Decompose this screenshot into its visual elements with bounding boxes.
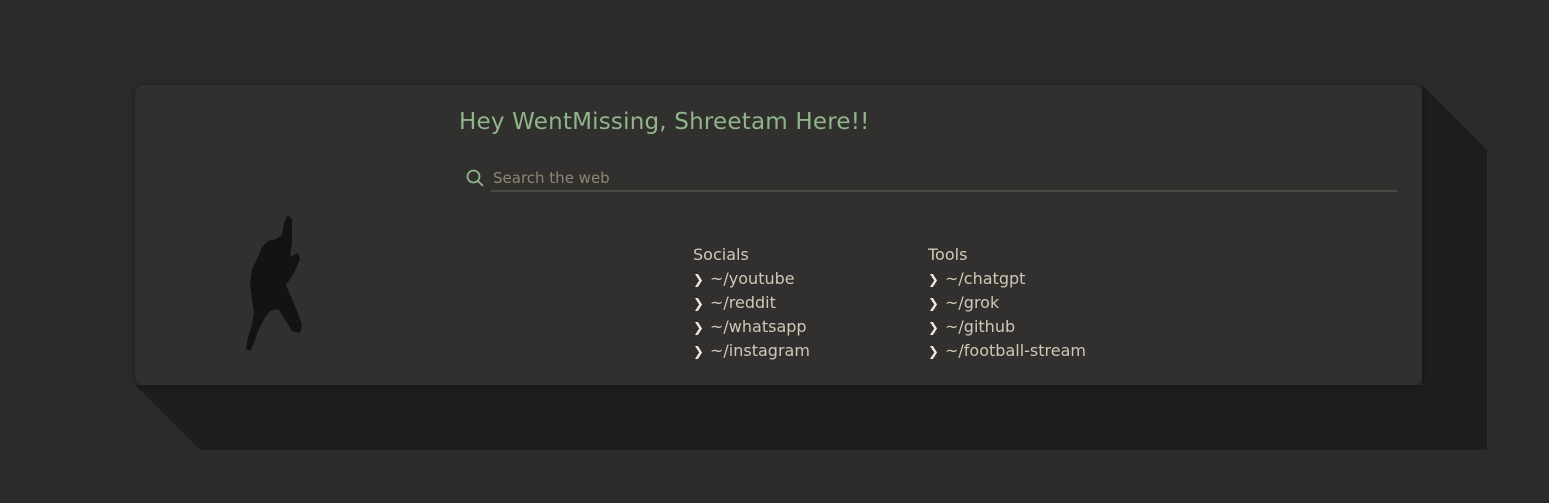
chevron-right-icon: ❯ bbox=[928, 345, 939, 360]
link-github[interactable]: ❯ ~/github bbox=[928, 315, 1086, 339]
link-label: ~/reddit bbox=[710, 293, 776, 312]
link-reddit[interactable]: ❯ ~/reddit bbox=[693, 291, 810, 315]
climbing-figure-image bbox=[240, 213, 302, 353]
tools-title: Tools bbox=[928, 245, 968, 264]
chevron-right-icon: ❯ bbox=[693, 321, 704, 336]
tools-group: Tools ❯ ~/chatgpt ❯ ~/grok ❯ ~/github ❯ ~/fo… bbox=[928, 243, 1086, 363]
chevron-right-icon: ❯ bbox=[928, 321, 939, 336]
chevron-right-icon: ❯ bbox=[693, 273, 704, 288]
greeting-title: Hey WentMissing, Shreetam Here!! bbox=[459, 109, 870, 135]
chevron-right-icon: ❯ bbox=[693, 345, 704, 360]
chevron-right-icon: ❯ bbox=[928, 273, 939, 288]
chevron-right-icon: ❯ bbox=[693, 297, 704, 312]
link-instagram[interactable]: ❯ ~/instagram bbox=[693, 339, 810, 363]
link-label: ~/instagram bbox=[710, 341, 810, 360]
link-chatgpt[interactable]: ❯ ~/chatgpt bbox=[928, 267, 1086, 291]
link-label: ~/football-stream bbox=[945, 341, 1086, 360]
link-football-stream[interactable]: ❯ ~/football-stream bbox=[928, 339, 1086, 363]
link-label: ~/whatsapp bbox=[710, 317, 807, 336]
link-grok[interactable]: ❯ ~/grok bbox=[928, 291, 1086, 315]
link-youtube[interactable]: ❯ ~/youtube bbox=[693, 267, 810, 291]
link-whatsapp[interactable]: ❯ ~/whatsapp bbox=[693, 315, 810, 339]
link-label: ~/youtube bbox=[710, 269, 795, 288]
search-bar bbox=[463, 165, 1397, 195]
link-label: ~/grok bbox=[945, 293, 1000, 312]
socials-title: Socials bbox=[693, 245, 749, 264]
socials-list: ❯ ~/youtube ❯ ~/reddit ❯ ~/whatsapp ❯ ~/inst… bbox=[693, 267, 810, 363]
search-icon bbox=[466, 169, 484, 187]
link-label: ~/chatgpt bbox=[945, 269, 1026, 288]
chevron-right-icon: ❯ bbox=[928, 297, 939, 312]
tools-list: ❯ ~/chatgpt ❯ ~/grok ❯ ~/github ❯ ~/football… bbox=[928, 267, 1086, 363]
search-input[interactable] bbox=[491, 165, 1397, 192]
startpage-card: Hey WentMissing, Shreetam Here!! Socials… bbox=[135, 85, 1422, 385]
link-label: ~/github bbox=[945, 317, 1016, 336]
socials-group: Socials ❯ ~/youtube ❯ ~/reddit ❯ ~/whatsapp… bbox=[693, 243, 810, 363]
